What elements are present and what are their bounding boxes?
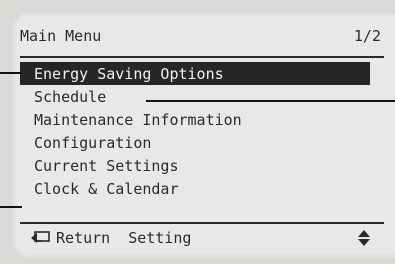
callout-line-bottom-left — [0, 206, 22, 208]
menu-item-energy-saving-options[interactable]: Energy Saving Options — [20, 62, 370, 85]
menu-item-label: Schedule — [34, 87, 107, 106]
return-icon[interactable] — [28, 229, 52, 247]
up-down-arrows-icon[interactable] — [356, 229, 372, 247]
menu-item-label: Current Settings — [34, 156, 179, 175]
menu-item-label: Maintenance Information — [34, 110, 242, 129]
menu-item-schedule[interactable]: Schedule — [20, 85, 384, 108]
callout-line-right — [146, 100, 395, 102]
main-menu-list: Energy Saving Options Schedule Maintenan… — [20, 62, 384, 200]
return-label[interactable]: Return — [56, 228, 110, 248]
menu-item-current-settings[interactable]: Current Settings — [20, 154, 384, 177]
page-title: Main Menu — [20, 27, 102, 45]
controller-screenshot: Main Menu 1/2 Energy Saving Options Sche… — [0, 0, 395, 264]
footer-divider — [20, 222, 384, 224]
header-divider — [20, 56, 384, 58]
menu-item-maintenance-information[interactable]: Maintenance Information — [20, 108, 384, 131]
menu-header: Main Menu 1/2 — [20, 26, 381, 46]
menu-item-label: Energy Saving Options — [34, 64, 224, 83]
footer-bar: Return Setting — [28, 228, 372, 248]
menu-item-label: Configuration — [34, 133, 152, 152]
menu-item-clock-calendar[interactable]: Clock & Calendar — [20, 177, 384, 200]
setting-label[interactable]: Setting — [128, 228, 191, 248]
menu-item-configuration[interactable]: Configuration — [20, 131, 384, 154]
callout-line-top-left — [0, 72, 22, 74]
page-indicator: 1/2 — [353, 27, 381, 45]
menu-item-label: Clock & Calendar — [34, 179, 179, 198]
